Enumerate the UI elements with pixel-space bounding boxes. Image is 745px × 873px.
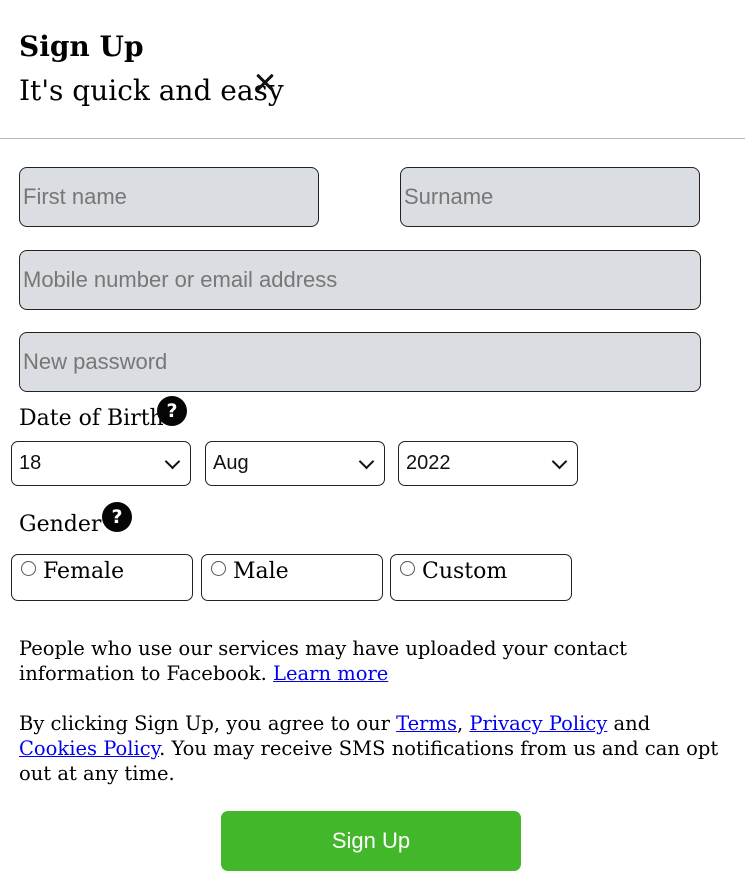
dob-month-value: Aug (213, 452, 249, 474)
dialog-subtitle: It's quick and easy (19, 74, 284, 107)
radio-button[interactable] (21, 561, 36, 576)
chevron-down-icon (358, 453, 375, 470)
dob-day-value: 18 (19, 452, 42, 474)
dob-year-select[interactable]: 2022 (398, 441, 578, 486)
terms-comma: , (456, 712, 470, 735)
chevron-down-icon (551, 453, 568, 470)
learn-more-link[interactable]: Learn more (273, 662, 388, 685)
sign-up-button[interactable]: Sign Up (221, 811, 521, 871)
contact-upload-notice: People who use our services may have upl… (19, 636, 729, 686)
chevron-down-icon (164, 453, 181, 470)
dialog-header: Sign Up It's quick and easy (0, 0, 745, 139)
dob-month-select[interactable]: Aug (205, 441, 385, 486)
gender-option-label: Female (43, 559, 125, 584)
dob-label: Date of Birth (19, 406, 164, 431)
gender-option-custom[interactable]: Custom (390, 554, 572, 601)
dob-help-icon[interactable]: ? (157, 396, 187, 426)
surname-input[interactable] (400, 167, 700, 227)
gender-option-label: Custom (422, 559, 508, 584)
privacy-policy-link[interactable]: Privacy Policy (469, 712, 607, 735)
terms-notice: By clicking Sign Up, you agree to our Te… (19, 711, 729, 786)
terms-link[interactable]: Terms (396, 712, 457, 735)
gender-help-icon[interactable]: ? (102, 502, 132, 532)
radio-button[interactable] (211, 561, 226, 576)
terms-and-text: and (607, 712, 651, 735)
cookies-policy-link[interactable]: Cookies Policy (19, 737, 159, 760)
terms-prefix-text: By clicking Sign Up, you agree to our (19, 712, 397, 735)
radio-button[interactable] (400, 561, 415, 576)
close-icon[interactable] (251, 69, 279, 97)
password-input[interactable] (19, 332, 701, 392)
gender-option-male[interactable]: Male (201, 554, 383, 601)
dob-day-select[interactable]: 18 (11, 441, 191, 486)
contact-input[interactable] (19, 250, 701, 310)
gender-label: Gender (19, 512, 102, 537)
first-name-input[interactable] (19, 167, 319, 227)
dob-year-value: 2022 (406, 452, 451, 474)
gender-option-female[interactable]: Female (11, 554, 193, 601)
signup-dialog: Sign Up It's quick and easy Date of Birt… (0, 0, 745, 873)
dialog-title: Sign Up (19, 30, 144, 63)
gender-option-label: Male (233, 559, 289, 584)
